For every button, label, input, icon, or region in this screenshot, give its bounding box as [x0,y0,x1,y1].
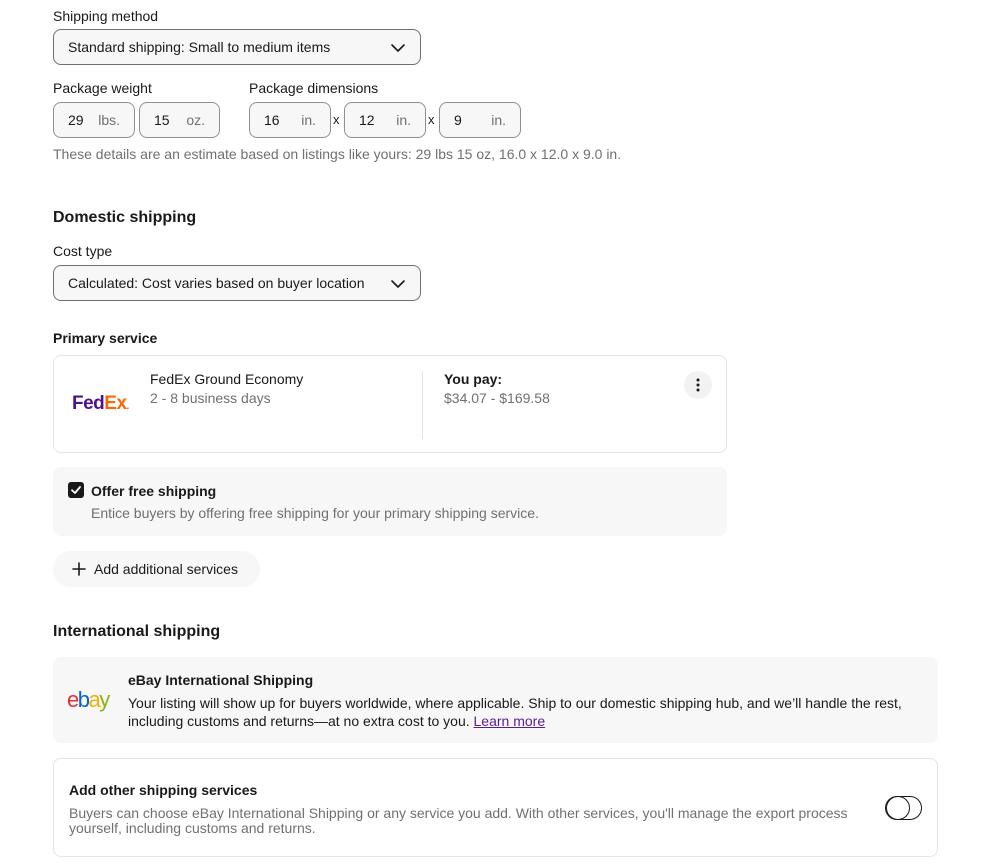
other-shipping-services-card: Add other shipping services Buyers can c… [53,758,938,857]
vertical-ellipsis-icon [696,378,700,392]
learn-more-link[interactable]: Learn more [474,713,546,729]
ebay-international-panel: ebay eBay International Shipping Your li… [53,657,938,743]
service-time: 2 - 8 business days [150,390,271,406]
dimension-length-value: 16 [264,112,280,128]
dimension-length-input[interactable]: 16 in. [249,102,331,138]
weight-oz-input[interactable]: 15 oz. [139,102,220,138]
chevron-down-icon [391,44,405,52]
plus-icon [72,562,86,576]
international-shipping-title: International shipping [53,623,221,640]
more-options-button[interactable] [684,371,712,399]
ebay-logo: ebay [67,687,110,713]
checkmark-icon [71,486,81,494]
ebay-logo-y: y [99,687,110,712]
fedex-logo-fed: Fed [72,393,105,414]
free-shipping-label: Offer free shipping [91,483,217,499]
primary-service-label: Primary service [53,330,158,346]
you-pay-label: You pay: [444,371,503,387]
ebay-logo-e: e [67,687,79,712]
other-shipping-toggle[interactable] [885,795,922,820]
other-shipping-title: Add other shipping services [69,782,258,798]
shipping-method-label: Shipping method [53,8,159,24]
fedex-logo-ex: Ex [104,393,127,414]
weight-lbs-unit: lbs. [98,112,120,128]
ebay-logo-a: a [88,687,101,712]
fedex-logo: FedEx. [72,393,129,414]
dimension-width-input[interactable]: 12 in. [344,102,426,138]
dimension-width-unit: in. [396,112,411,128]
weight-oz-value: 15 [154,112,170,128]
cost-type-value: Calculated: Cost varies based on buyer l… [68,275,365,291]
primary-service-card: FedEx. FedEx Ground Economy 2 - 8 busine… [53,355,727,453]
weight-lbs-value: 29 [68,112,84,128]
dimension-separator: x [333,112,340,127]
package-weight-label: Package weight [53,80,152,96]
weight-oz-unit: oz. [186,112,205,128]
dimension-height-unit: in. [491,112,506,128]
free-shipping-checkbox[interactable] [68,482,84,498]
add-additional-services-label: Add additional services [94,561,238,577]
dimension-width-value: 12 [359,112,375,128]
cost-type-label: Cost type [53,243,113,259]
dimension-height-value: 9 [454,112,462,128]
you-pay-value: $34.07 - $169.58 [444,390,550,406]
divider [422,371,423,439]
cost-type-select[interactable]: Calculated: Cost varies based on buyer l… [53,265,421,301]
ebay-international-title: eBay International Shipping [128,672,314,688]
ebay-logo-b: b [77,687,90,712]
add-additional-services-button[interactable]: Add additional services [53,551,260,587]
service-name: FedEx Ground Economy [150,371,304,387]
package-dimensions-label: Package dimensions [249,80,379,96]
free-shipping-panel: Offer free shipping Entice buyers by off… [53,467,727,536]
dimension-length-unit: in. [301,112,316,128]
dimension-height-input[interactable]: 9 in. [439,102,521,138]
dimension-separator: x [428,112,435,127]
domestic-shipping-title: Domestic shipping [53,209,197,226]
chevron-down-icon [391,280,405,288]
ebay-international-description: Your listing will show up for buyers wor… [128,694,913,730]
free-shipping-description: Entice buyers by offering free shipping … [91,505,539,521]
other-shipping-description: Buyers can choose eBay International Shi… [69,805,848,836]
toggle-knob [886,795,910,820]
shipping-method-select[interactable]: Standard shipping: Small to medium items [53,29,421,65]
weight-lbs-input[interactable]: 29 lbs. [53,102,135,138]
estimate-note: These details are an estimate based on l… [53,146,622,162]
shipping-method-value: Standard shipping: Small to medium items [68,39,331,55]
